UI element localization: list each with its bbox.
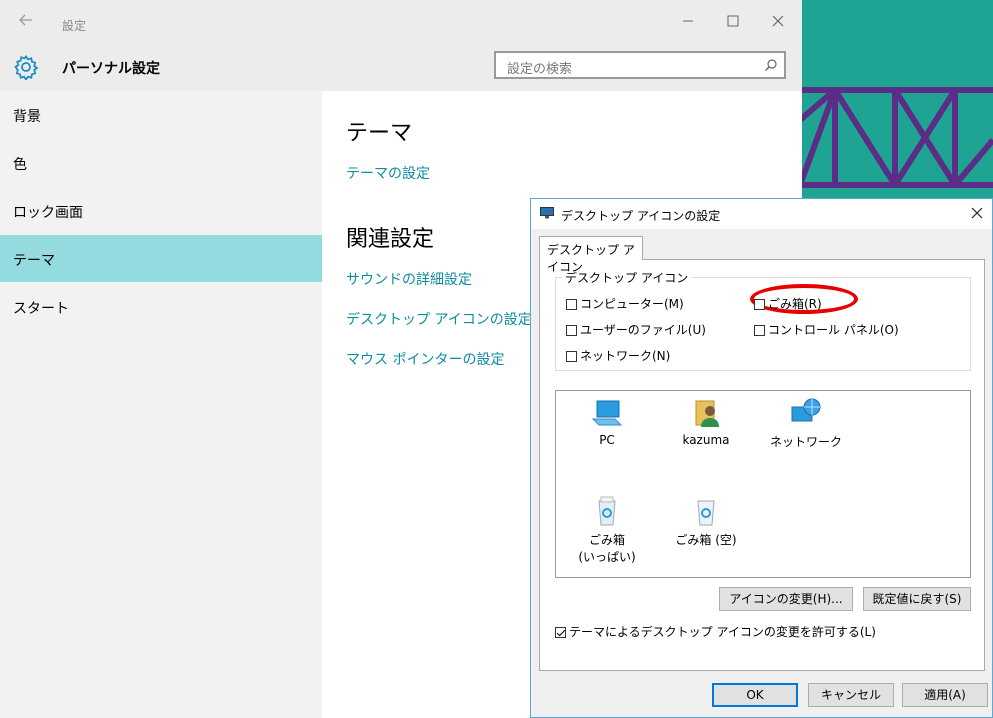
desktop-icons-group: デスクトップ アイコン コンピューター(M) ごみ箱(R) ユーザーのファイル(… bbox=[555, 269, 971, 371]
sidebar-item-color[interactable]: 色 bbox=[0, 139, 322, 186]
checkbox-box[interactable] bbox=[754, 325, 765, 336]
list-item[interactable]: ネットワーク bbox=[761, 397, 851, 450]
tab-label: デスクトップ アイコン bbox=[547, 243, 635, 274]
computer-checkbox[interactable]: コンピューター(M) bbox=[566, 295, 684, 312]
recycle-bin-full-icon bbox=[598, 496, 616, 526]
checkbox-label: コンピューター(M) bbox=[580, 297, 684, 311]
theme-settings-link[interactable]: テーマの設定 bbox=[346, 163, 430, 183]
allow-themes-checkbox[interactable]: テーマによるデスクトップ アイコンの変更を許可する(L) bbox=[555, 623, 876, 640]
theme-heading: テーマ bbox=[346, 121, 413, 146]
settings-titlebar: 設定 bbox=[0, 0, 802, 44]
network-icon bbox=[791, 398, 821, 422]
checkbox-label: ユーザーのファイル(U) bbox=[580, 323, 706, 337]
settings-header: パーソナル設定 設定の検索 bbox=[0, 44, 802, 91]
sound-settings-link[interactable]: サウンドの詳細設定 bbox=[346, 269, 472, 289]
list-item[interactable]: ごみ箱 (空) bbox=[661, 495, 751, 548]
desktop-icon-settings-link[interactable]: デスクトップ アイコンの設定 bbox=[346, 309, 532, 329]
close-icon[interactable] bbox=[767, 10, 789, 32]
sidebar-item-start[interactable]: スタート bbox=[0, 283, 322, 330]
icon-label: ごみ箱 bbox=[588, 533, 625, 547]
checkbox-label: ごみ箱(R) bbox=[768, 297, 822, 311]
tab-panel: デスクトップ アイコン コンピューター(M) ごみ箱(R) ユーザーのファイル(… bbox=[539, 259, 985, 671]
checkbox-label: コントロール パネル(O) bbox=[768, 323, 899, 337]
sidebar-item-label: ロック画面 bbox=[13, 205, 83, 221]
sidebar-item-lock-screen[interactable]: ロック画面 bbox=[0, 187, 322, 234]
checkbox-label: テーマによるデスクトップ アイコンの変更を許可する(L) bbox=[569, 625, 876, 639]
sidebar-item-label: スタート bbox=[13, 301, 69, 317]
page-title: パーソナル設定 bbox=[62, 61, 160, 77]
dialog-titlebar: デスクトップ アイコンの設定 bbox=[531, 199, 992, 229]
checkbox-box[interactable] bbox=[566, 325, 577, 336]
list-item[interactable]: ごみ箱 (いっぱい) bbox=[562, 495, 652, 565]
sidebar-item-label: テーマ bbox=[13, 253, 55, 269]
related-settings-heading: 関連設定 bbox=[346, 227, 435, 252]
icon-label: kazuma bbox=[682, 433, 730, 447]
control-panel-checkbox[interactable]: コントロール パネル(O) bbox=[754, 321, 899, 338]
icon-label: PC bbox=[599, 433, 615, 447]
network-checkbox[interactable]: ネットワーク(N) bbox=[566, 347, 670, 364]
ok-button[interactable]: OK bbox=[712, 683, 798, 707]
checkbox-box[interactable] bbox=[754, 299, 765, 310]
change-icon-button[interactable]: アイコンの変更(H)... bbox=[719, 587, 853, 611]
minimize-icon[interactable] bbox=[677, 10, 699, 32]
checkbox-box[interactable] bbox=[566, 299, 577, 310]
sidebar-item-background[interactable]: 背景 bbox=[0, 91, 322, 138]
dialog-title: デスクトップ アイコンの設定 bbox=[561, 209, 721, 223]
user-files-checkbox[interactable]: ユーザーのファイル(U) bbox=[566, 321, 706, 338]
icon-label: ごみ箱 (空) bbox=[675, 533, 737, 547]
checkbox-label: ネットワーク(N) bbox=[580, 349, 671, 363]
sidebar: 背景 色 ロック画面 テーマ スタート bbox=[0, 91, 322, 718]
back-arrow-icon[interactable] bbox=[18, 12, 34, 28]
icon-label: (いっぱい) bbox=[578, 550, 636, 564]
cancel-button[interactable]: キャンセル bbox=[808, 683, 894, 707]
sidebar-item-label: 背景 bbox=[13, 109, 41, 125]
desktop-bridge-graphic bbox=[800, 87, 993, 188]
search-input[interactable]: 設定の検索 bbox=[494, 51, 786, 79]
list-item[interactable]: PC bbox=[562, 397, 652, 447]
pc-icon bbox=[591, 400, 623, 426]
icon-list: PC kazuma ネットワーク ごみ箱 (いっぱい) ごみ箱 (空) bbox=[555, 390, 971, 578]
mouse-pointer-settings-link[interactable]: マウス ポインターの設定 bbox=[346, 349, 504, 369]
maximize-icon[interactable] bbox=[722, 10, 744, 32]
icon-label: ネットワーク bbox=[769, 435, 842, 449]
restore-default-button[interactable]: 既定値に戻す(S) bbox=[863, 587, 971, 611]
gear-icon bbox=[14, 55, 39, 80]
sidebar-item-label: 色 bbox=[13, 157, 27, 173]
monitor-icon bbox=[540, 207, 554, 219]
window-title: 設定 bbox=[62, 19, 87, 33]
checkbox-box[interactable] bbox=[566, 351, 577, 362]
tab-desktop-icons[interactable]: デスクトップ アイコン bbox=[539, 236, 643, 274]
checkbox-box[interactable] bbox=[555, 627, 566, 638]
close-icon[interactable] bbox=[970, 206, 984, 220]
desktop-icon-settings-dialog: デスクトップ アイコンの設定 デスクトップ アイコン デスクトップ アイコン コ… bbox=[530, 198, 993, 718]
search-icon[interactable] bbox=[764, 58, 778, 72]
user-folder-icon bbox=[695, 400, 719, 427]
sidebar-item-themes[interactable]: テーマ bbox=[0, 235, 322, 282]
recycle-bin-empty-icon bbox=[697, 500, 715, 526]
search-placeholder: 設定の検索 bbox=[507, 62, 573, 77]
list-item[interactable]: kazuma bbox=[661, 397, 751, 447]
recycle-bin-checkbox[interactable]: ごみ箱(R) bbox=[754, 295, 822, 312]
apply-button[interactable]: 適用(A) bbox=[902, 683, 988, 707]
